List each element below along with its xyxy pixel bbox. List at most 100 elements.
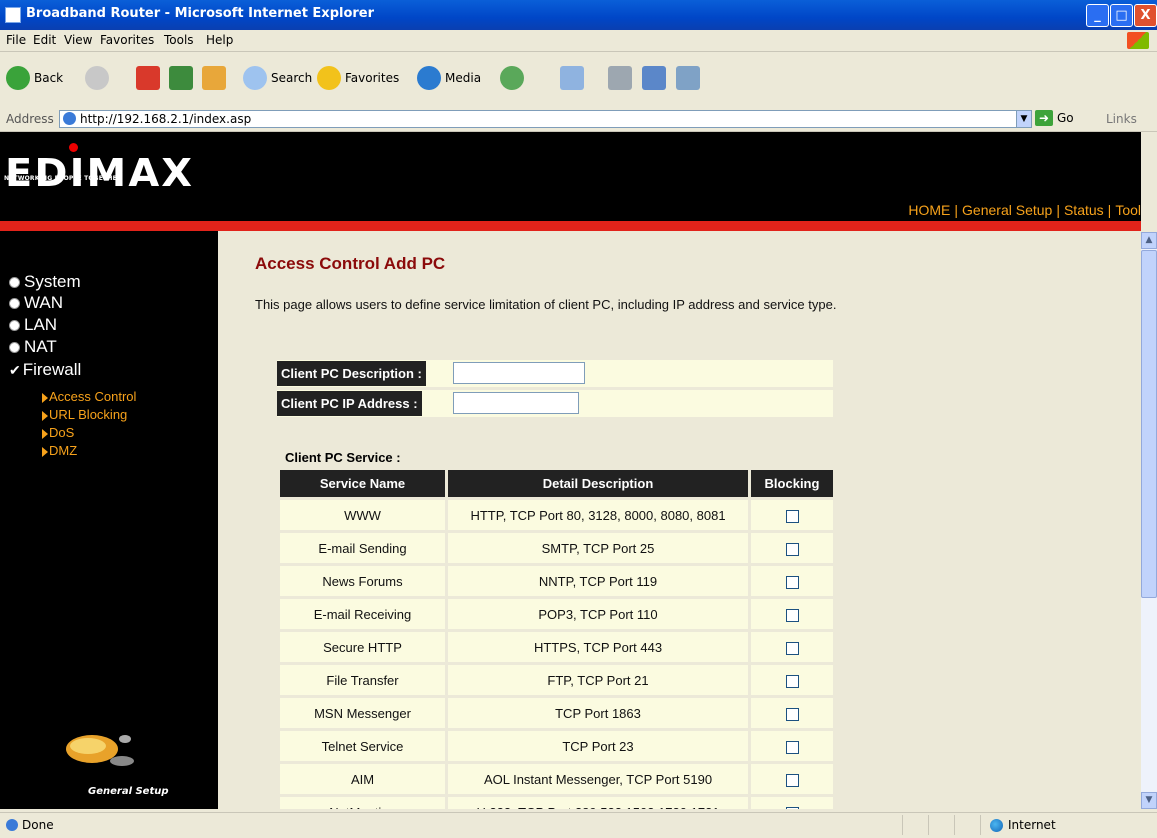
blocking-checkbox[interactable] — [785, 542, 799, 556]
history-button[interactable] — [500, 66, 528, 90]
blocking-cell — [751, 731, 833, 761]
mail-button[interactable] — [560, 66, 588, 90]
sidebar-item-nat[interactable]: NAT — [9, 337, 57, 357]
mail-icon — [560, 66, 584, 90]
status-bar: Done Internet — [0, 812, 1157, 838]
status-done: Done — [6, 818, 54, 832]
messenger-button[interactable] — [676, 66, 704, 90]
blocking-checkbox[interactable] — [785, 773, 799, 787]
logo-dot — [69, 143, 78, 152]
refresh-button[interactable] — [169, 66, 197, 90]
triangle-icon — [42, 392, 48, 403]
general-setup-icon — [66, 735, 134, 766]
detail-description-cell: NNTP, TCP Port 119 — [448, 566, 748, 596]
media-icon — [417, 66, 441, 90]
address-input[interactable]: http://192.168.2.1/index.asp — [59, 110, 1030, 128]
main-panel: Access Control Add PC This page allows u… — [218, 231, 1141, 809]
favorites-star-icon — [317, 66, 341, 90]
menu-view[interactable]: View — [64, 33, 92, 47]
sidebar-sub-access-control[interactable]: Access Control — [42, 389, 136, 404]
print-icon — [608, 66, 632, 90]
sidebar-item-lan[interactable]: LAN — [9, 315, 57, 335]
print-button[interactable] — [608, 66, 636, 90]
window-titlebar: Broadband Router - Microsoft Internet Ex… — [0, 0, 1157, 30]
blocking-checkbox[interactable] — [785, 509, 799, 523]
table-row: E-mail Sending SMTP, TCP Port 25 — [280, 533, 833, 563]
back-button[interactable]: Back — [6, 66, 63, 90]
page-icon — [6, 819, 18, 831]
ie-icon — [5, 7, 21, 23]
blocking-checkbox[interactable] — [785, 740, 799, 754]
search-button[interactable]: Search — [243, 66, 312, 90]
blocking-cell — [751, 698, 833, 728]
close-button[interactable]: X — [1134, 4, 1157, 27]
sidebar-sub-dmz[interactable]: DMZ — [42, 443, 77, 458]
scroll-up-button[interactable]: ▲ — [1141, 232, 1157, 249]
go-button[interactable]: ➜ Go — [1035, 110, 1074, 126]
edit-button[interactable] — [642, 66, 670, 90]
client-pc-ip-input[interactable] — [453, 392, 579, 414]
nav-tool-link[interactable]: Tool — [1115, 202, 1141, 218]
bullet-icon — [9, 320, 20, 332]
blocking-cell — [751, 797, 833, 809]
sidebar-sub-url-blocking[interactable]: URL Blocking — [42, 407, 127, 422]
home-button[interactable] — [202, 66, 230, 90]
sidebar-sub-dos[interactable]: DoS — [42, 425, 74, 440]
minimize-button[interactable]: _ — [1086, 4, 1109, 27]
menu-help[interactable]: Help — [206, 33, 233, 47]
nav-home-link[interactable]: HOME — [908, 202, 950, 218]
blocking-checkbox[interactable] — [785, 707, 799, 721]
table-row: MSN Messenger TCP Port 1863 — [280, 698, 833, 728]
stop-button[interactable] — [136, 66, 164, 90]
blocking-checkbox[interactable] — [785, 641, 799, 655]
blocking-checkbox[interactable] — [785, 575, 799, 589]
blocking-checkbox[interactable] — [785, 674, 799, 688]
detail-description-cell: AOL Instant Messenger, TCP Port 5190 — [448, 764, 748, 794]
service-name-cell: Telnet Service — [280, 731, 445, 761]
vertical-scrollbar[interactable]: ▲ ▼ — [1141, 232, 1157, 809]
search-label: Search — [271, 71, 313, 85]
address-bar: Address http://192.168.2.1/index.asp ▼ ➜… — [0, 107, 1157, 132]
favorites-button[interactable]: Favorites — [317, 66, 399, 90]
forward-button[interactable] — [85, 66, 113, 90]
zone-label: Internet — [1008, 818, 1056, 832]
menu-tools[interactable]: Tools — [164, 33, 194, 47]
column-header-service-name: Service Name — [280, 470, 445, 497]
sidebar-item-wan[interactable]: WAN — [9, 293, 63, 313]
bullet-icon — [9, 298, 20, 310]
sidebar-item-firewall[interactable]: ✔ Firewall — [9, 360, 81, 380]
table-row: File Transfer FTP, TCP Port 21 — [280, 665, 833, 695]
service-name-cell: News Forums — [280, 566, 445, 596]
edimax-logo: EDIMAX — [5, 151, 195, 195]
scroll-down-button[interactable]: ▼ — [1141, 792, 1157, 809]
detail-description-cell: FTP, TCP Port 21 — [448, 665, 748, 695]
client-pc-description-input[interactable] — [453, 362, 585, 384]
search-icon — [243, 66, 267, 90]
service-name-cell: Secure HTTP — [280, 632, 445, 662]
scroll-thumb[interactable] — [1141, 250, 1157, 598]
nav-status-link[interactable]: Status — [1064, 202, 1104, 218]
toolbar: Back Search Favorites Media — [0, 52, 1157, 108]
media-button[interactable]: Media — [417, 66, 481, 90]
service-name-cell: AIM — [280, 764, 445, 794]
maximize-button[interactable]: □ — [1110, 4, 1133, 27]
go-label: Go — [1057, 111, 1074, 125]
menu-file[interactable]: File — [6, 33, 26, 47]
blocking-checkbox[interactable] — [785, 806, 799, 809]
links-button[interactable]: Links — [1106, 112, 1137, 126]
address-dropdown-button[interactable]: ▼ — [1016, 110, 1032, 128]
blocking-checkbox[interactable] — [785, 608, 799, 622]
security-zone: Internet — [990, 818, 1056, 832]
client-pc-description-row: Client PC Description : — [277, 360, 833, 387]
home-icon — [202, 66, 226, 90]
nav-general-setup-link[interactable]: General Setup — [962, 202, 1052, 218]
detail-description-cell: H.323, TCP Port 389,522,1503,1720,1731 — [448, 797, 748, 809]
menu-bar: File Edit View Favorites Tools Help — [0, 30, 1157, 52]
menu-edit[interactable]: Edit — [33, 33, 56, 47]
blocking-cell — [751, 599, 833, 629]
sidebar-item-system[interactable]: System — [9, 272, 81, 292]
edit-icon — [642, 66, 666, 90]
service-name-cell: WWW — [280, 500, 445, 530]
service-name-cell: File Transfer — [280, 665, 445, 695]
menu-favorites[interactable]: Favorites — [100, 33, 154, 47]
